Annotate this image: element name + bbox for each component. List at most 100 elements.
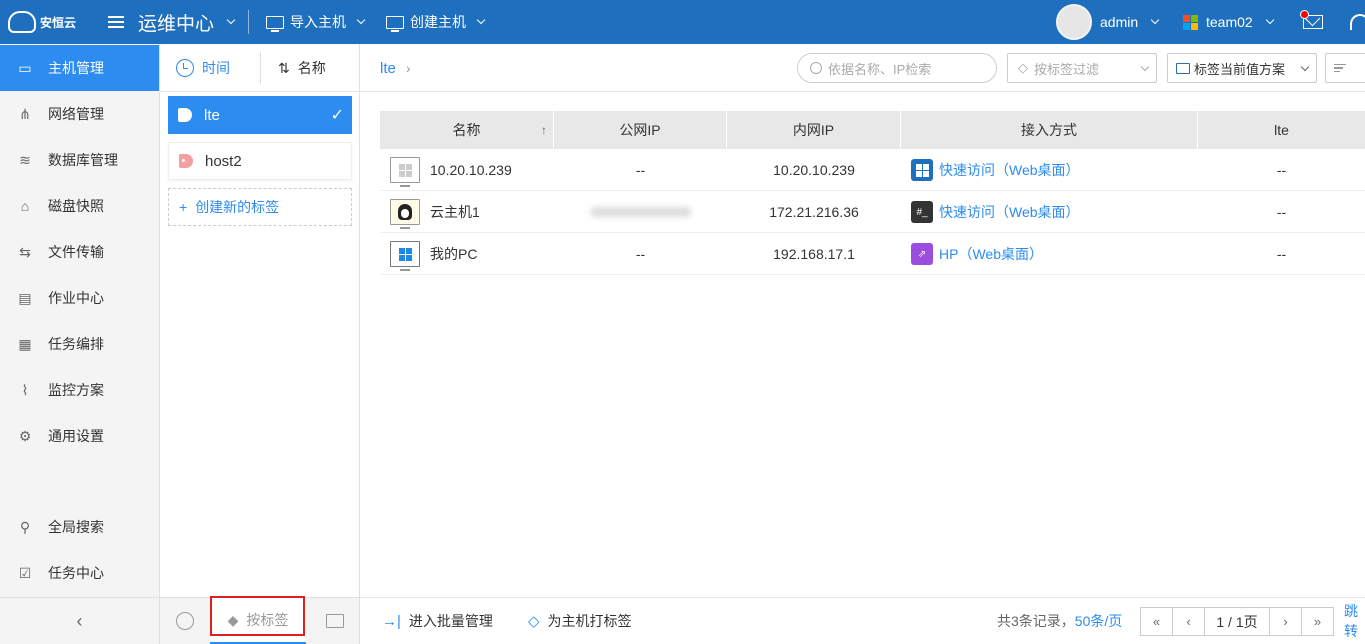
sidebar-item-file-transfer[interactable]: ⇆ 文件传输 (0, 229, 159, 275)
linux-os-icon (390, 199, 420, 229)
sidebar-item-monitoring[interactable]: ⌇ 监控方案 (0, 367, 159, 413)
table-row[interactable]: 我的PC -- 192.168.17.1 ⇗ HP（Web桌面） -- (380, 233, 1365, 275)
access-link[interactable]: #_ 快速访问（Web桌面） (901, 191, 1198, 233)
task-icon: ▦ (18, 335, 32, 352)
host-name[interactable]: 10.20.10.239 (430, 162, 512, 178)
file-transfer-icon: ⇆ (19, 243, 31, 260)
prev-page-button[interactable]: ‹ (1172, 607, 1205, 636)
sidebar-item-job-center[interactable]: ▤ 作业中心 (0, 275, 159, 321)
search-icon (810, 62, 822, 74)
breadcrumb-item[interactable]: lte (380, 60, 396, 77)
tag-item-lte[interactable]: lte ✓ (168, 96, 352, 134)
chevron-right-icon: › (405, 60, 411, 76)
create-tag-label: 创建新的标签 (195, 199, 280, 215)
plus-icon: + (179, 199, 188, 215)
page-size-select[interactable]: 50条/页 (1075, 611, 1122, 631)
module-switcher[interactable]: 运维中心 (138, 0, 236, 44)
chevron-down-icon (476, 15, 486, 25)
tag-icon (178, 108, 192, 122)
tag-icon (179, 154, 193, 168)
globe-icon (176, 612, 194, 630)
folder-icon (326, 614, 344, 628)
view-by-folder-button[interactable] (310, 598, 360, 644)
tag-scheme-label: 标签当前值方案 (1194, 61, 1286, 77)
host-name[interactable]: 云主机1 (430, 202, 480, 222)
batch-manage-label: 进入批量管理 (408, 613, 493, 629)
logo[interactable]: 安恒云 (8, 0, 76, 44)
create-tag-button[interactable]: + 创建新的标签 (168, 188, 352, 226)
page-indicator[interactable]: 1 / 1页 (1204, 607, 1270, 636)
sort-by-time-button[interactable]: 时间 (176, 44, 230, 92)
sidebar-item-database[interactable]: ≋ 数据库管理 (0, 137, 159, 183)
import-host-label: 导入主机 (290, 14, 346, 30)
chevron-left-icon: ‹ (76, 610, 83, 631)
column-header-lte: lte (1198, 111, 1365, 149)
last-page-button[interactable]: » (1301, 607, 1334, 636)
avatar[interactable] (1056, 4, 1092, 40)
create-host-button[interactable]: 创建主机 (386, 0, 486, 44)
lte-value: -- (1276, 162, 1287, 178)
user-name: admin (1100, 14, 1139, 30)
table-footer: →| 进入批量管理 ◇ 为主机打标签 共3条记录， 50条/页 « ‹ 1 / … (360, 597, 1365, 644)
host-table: 名称 ↑ 公网IP 内网IP 接入方式 lte 10.20.10.239 -- … (380, 111, 1365, 275)
module-title: 运维中心 (138, 13, 215, 35)
chevron-down-icon (226, 15, 236, 25)
jump-button[interactable]: 跳转 (1344, 598, 1365, 644)
column-header-name[interactable]: 名称 ↑ (380, 111, 554, 149)
next-page-button[interactable]: › (1269, 607, 1302, 636)
host-name-cell: 云主机1 (380, 191, 554, 233)
chevron-down-icon (1265, 15, 1274, 25)
table-row[interactable]: 10.20.10.239 -- 10.20.10.239 快速访问（Web桌面）… (380, 149, 1365, 191)
sidebar-item-label: 监控方案 (48, 382, 104, 398)
column-header-private-ip: 内网IP (727, 111, 901, 149)
sidebar-item-label: 通用设置 (48, 428, 104, 444)
divider (248, 10, 249, 34)
table-row[interactable]: 云主机1 172.21.216.36 #_ 快速访问（Web桌面） -- (380, 191, 1365, 233)
access-label: 快速访问（Web桌面） (939, 162, 1080, 178)
sidebar-item-task-orchestration[interactable]: ▦ 任务编排 (0, 321, 159, 367)
sidebar-item-host-management[interactable]: ▭ 主机管理 (0, 45, 159, 91)
batch-manage-button[interactable]: →| 进入批量管理 (382, 598, 493, 644)
support-headset-icon[interactable] (1350, 14, 1365, 30)
sidebar-item-label: 数据库管理 (48, 152, 118, 168)
collapse-sidebar-button[interactable]: ‹ (0, 597, 160, 644)
tag-filter-select[interactable]: ◇ 按标签过滤 (1007, 53, 1157, 83)
mail-icon (1300, 10, 1323, 29)
first-page-button[interactable]: « (1140, 607, 1173, 636)
sidebar-item-label: 作业中心 (48, 290, 104, 306)
sidebar-item-disk-snapshot[interactable]: ⌂ 磁盘快照 (0, 183, 159, 229)
double-chevron-right-icon: » (1313, 614, 1322, 629)
access-link[interactable]: ⇗ HP（Web桌面） (901, 233, 1198, 275)
sidebar-item-label: 磁盘快照 (48, 198, 104, 214)
tag-host-button[interactable]: ◇ 为主机打标签 (528, 598, 632, 644)
sort-by-name-button[interactable]: ⇅ 名称 (278, 44, 326, 92)
clipboard-icon: ▤ (18, 289, 32, 306)
tag-scheme-select[interactable]: 标签当前值方案 (1167, 53, 1317, 83)
host-name[interactable]: 我的PC (430, 244, 477, 264)
tag-panel: 时间 ⇅ 名称 lte ✓ host2 + 创建新的标签 (160, 44, 360, 597)
tag-item-host2[interactable]: host2 (168, 142, 352, 180)
host-name-cell: 我的PC (380, 233, 554, 275)
header-label: 内网IP (792, 122, 835, 138)
task-center-button[interactable]: ☑ 任务中心 (0, 550, 159, 596)
hamburger-menu-icon[interactable] (108, 0, 124, 44)
task-check-icon: ☑ (18, 564, 32, 581)
sort-menu-button[interactable] (1325, 53, 1365, 83)
sidebar-item-settings[interactable]: ⚙ 通用设置 (0, 413, 159, 459)
global-search-button[interactable]: ⚲ 全局搜索 (0, 504, 159, 550)
import-host-button[interactable]: 导入主机 (266, 0, 366, 44)
search-input[interactable]: 依据名称、IP检索 (797, 53, 997, 83)
notifications-button[interactable] (1300, 0, 1323, 44)
divider (260, 52, 261, 84)
sort-arrow-icon[interactable]: ↑ (541, 123, 547, 137)
chevron-down-icon (1140, 62, 1150, 72)
redacted-ip (590, 207, 691, 217)
task-center-label: 任务中心 (48, 565, 104, 581)
lte-value: -- (1276, 204, 1287, 220)
access-link[interactable]: 快速访问（Web桌面） (901, 149, 1198, 191)
team-switcher[interactable]: team02 (1183, 0, 1274, 44)
windows-icon (911, 159, 933, 181)
user-menu[interactable]: admin (1100, 0, 1160, 44)
view-by-region-button[interactable] (160, 598, 210, 644)
sidebar-item-network[interactable]: ⋔ 网络管理 (0, 91, 159, 137)
